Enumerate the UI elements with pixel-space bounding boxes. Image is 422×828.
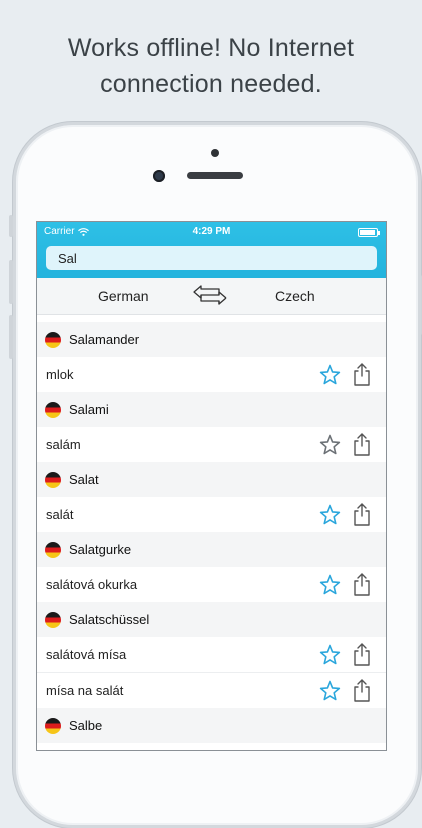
favorite-star-icon[interactable] xyxy=(318,679,342,703)
german-flag-icon xyxy=(45,332,61,348)
entry-header[interactable]: Salat xyxy=(37,462,386,497)
front-camera-icon xyxy=(153,170,165,182)
battery-icon xyxy=(358,228,380,237)
headword-label: Salatschüssel xyxy=(69,612,150,627)
translation-label: salát xyxy=(46,507,74,522)
favorite-star-icon[interactable] xyxy=(318,643,342,667)
favorite-star-icon[interactable] xyxy=(318,573,342,597)
status-time: 4:29 PM xyxy=(192,226,231,237)
app-screen: Carrier 4:29 PM German Czech Salamander m… xyxy=(36,221,387,751)
proximity-sensor xyxy=(211,149,219,157)
entry-header[interactable]: Salatschüssel xyxy=(37,602,386,637)
results-list: Salamander mlok Salami salám Salat salát Salat… xyxy=(37,322,386,743)
status-bar: Carrier 4:29 PM xyxy=(37,222,386,242)
translation-label: salátová okurka xyxy=(46,577,138,592)
translation-row[interactable]: salám xyxy=(37,427,386,462)
headword-label: Salbe xyxy=(69,718,103,733)
share-icon[interactable] xyxy=(352,432,372,456)
translation-label: salám xyxy=(46,437,81,452)
entry-header[interactable]: Salami xyxy=(37,392,386,427)
language-bar: German Czech xyxy=(37,278,386,315)
entry-header[interactable]: Salamander xyxy=(37,322,386,357)
navigation-bar: Carrier 4:29 PM xyxy=(37,222,386,278)
favorite-star-icon[interactable] xyxy=(318,433,342,457)
entry-header[interactable]: Salatgurke xyxy=(37,532,386,567)
share-icon[interactable] xyxy=(352,572,372,596)
headword-label: Salat xyxy=(69,472,99,487)
volume-down-button xyxy=(9,315,13,359)
earpiece-speaker xyxy=(187,172,243,179)
translation-label: salátová mísa xyxy=(46,647,127,662)
promo-headline-line2: connection needed. xyxy=(100,70,322,98)
favorite-star-icon[interactable] xyxy=(318,503,342,527)
translation-label: mlok xyxy=(46,367,74,382)
translation-label: mísa na salát xyxy=(46,683,124,698)
translation-row[interactable]: mísa na salát xyxy=(37,672,386,708)
translation-row[interactable]: salátová mísa xyxy=(37,637,386,672)
translation-row[interactable]: mlok xyxy=(37,357,386,392)
search-input[interactable] xyxy=(46,246,377,270)
headword-label: Salatgurke xyxy=(69,542,132,557)
promo-headline: Works offline! No Internet connection ne… xyxy=(0,30,422,102)
german-flag-icon xyxy=(45,612,61,628)
share-icon[interactable] xyxy=(352,678,372,702)
headword-label: Salamander xyxy=(69,332,140,347)
swap-arrows-icon[interactable] xyxy=(193,284,227,306)
target-language-button[interactable]: Czech xyxy=(275,288,315,304)
german-flag-icon xyxy=(45,718,61,734)
source-language-button[interactable]: German xyxy=(98,288,149,304)
german-flag-icon xyxy=(45,472,61,488)
german-flag-icon xyxy=(45,542,61,558)
translation-row[interactable]: salátová okurka xyxy=(37,567,386,602)
headword-label: Salami xyxy=(69,402,109,417)
entry-header[interactable]: Salbe xyxy=(37,708,386,743)
mute-switch xyxy=(9,215,13,237)
promo-headline-line1: Works offline! No Internet xyxy=(67,34,355,62)
share-icon[interactable] xyxy=(352,362,372,386)
share-icon[interactable] xyxy=(352,502,372,526)
favorite-star-icon[interactable] xyxy=(318,363,342,387)
share-icon[interactable] xyxy=(352,642,372,666)
german-flag-icon xyxy=(45,402,61,418)
translation-row[interactable]: salát xyxy=(37,497,386,532)
volume-up-button xyxy=(9,260,13,304)
